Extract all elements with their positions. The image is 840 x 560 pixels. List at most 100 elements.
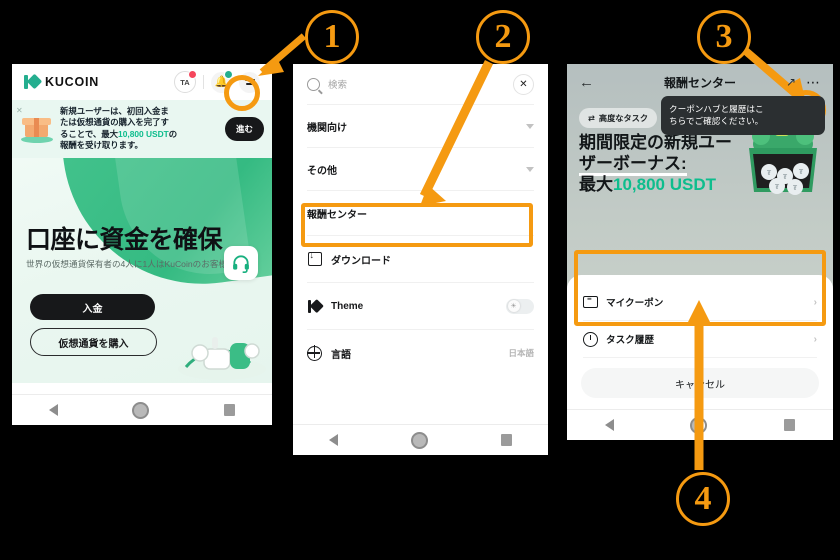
robot-mascot-icon	[178, 337, 266, 380]
chip-label: 高度なタスク	[598, 114, 649, 123]
menu-label: その他	[307, 165, 337, 177]
deposit-button[interactable]: 入金	[30, 294, 155, 320]
rewards-center-screen: ← 報酬センター ↗ ⋯ クーポンハブと履歴はこ ちらでご確認ください。 ⇄ 高…	[567, 64, 833, 440]
search-bar[interactable]: 検索 ✕	[293, 64, 548, 104]
kucoin-menu-screen: 検索 ✕ 機関向け その他 報酬センター ダウンロ	[293, 64, 548, 455]
search-input[interactable]: 検索	[328, 77, 505, 91]
menu-item-theme[interactable]: Theme ☀	[293, 283, 548, 329]
chevron-right-icon: ›	[813, 333, 817, 345]
cancel-button[interactable]: キャンセル	[581, 368, 819, 398]
recents-square-icon[interactable]	[223, 404, 235, 416]
back-arrow-icon[interactable]: ←	[579, 74, 594, 91]
promo-banner[interactable]: ✕ 新規ユーザーは、初回入金ま たは仮想通貨の購入を完了す ることで、最大10,…	[12, 100, 272, 158]
close-x-icon: ✕	[519, 78, 528, 90]
divider	[583, 357, 817, 358]
notifications-button[interactable]: 🔔	[211, 69, 233, 93]
clock-history-icon	[583, 331, 598, 347]
gift-box-icon	[20, 114, 54, 144]
back-triangle-icon[interactable]	[605, 419, 615, 431]
banner-line-2: ザーボーナス:	[579, 154, 687, 177]
menu-label: ダウンロード	[331, 255, 391, 267]
back-triangle-icon[interactable]	[329, 434, 339, 446]
menu-label: 報酬センター	[307, 209, 367, 221]
hero-title: 口座に資金を確保	[26, 226, 223, 254]
avatar-badge	[188, 70, 197, 79]
chevron-down-icon	[526, 123, 534, 129]
android-navbar	[293, 424, 548, 455]
headset-icon	[233, 255, 249, 273]
step-number-2: 2	[476, 10, 530, 64]
globe-icon	[306, 345, 322, 361]
avatar[interactable]: TA	[174, 70, 197, 93]
tooltip-line-2: ちらでご確認ください。	[669, 116, 764, 127]
close-menu-button[interactable]: ✕	[513, 73, 534, 95]
menu-item-language[interactable]: 言語 日本語	[293, 330, 548, 376]
coupon-icon	[583, 294, 598, 308]
home-circle-icon[interactable]	[410, 431, 428, 449]
swap-arrows-icon: ⇄	[588, 114, 595, 123]
divider	[203, 75, 204, 89]
tooltip: クーポンハブと履歴はこ ちらでご確認ください。	[661, 96, 825, 135]
recents-square-icon[interactable]	[500, 434, 512, 446]
chevron-right-icon: ›	[813, 296, 817, 308]
share-icon[interactable]: ↗	[786, 75, 796, 89]
svg-text:₮: ₮	[799, 168, 804, 176]
svg-text:₮: ₮	[767, 169, 772, 177]
theme-toggle[interactable]: ☀	[506, 298, 534, 314]
svg-text:₮: ₮	[775, 183, 780, 191]
hamburger-menu-icon	[244, 79, 255, 85]
menu-label: 機関向け	[307, 122, 347, 134]
promo-line-3-post: の	[168, 128, 178, 139]
advanced-task-chip[interactable]: ⇄ 高度なタスク	[579, 108, 658, 128]
step-number-label: 4	[694, 480, 712, 517]
recents-square-icon[interactable]	[783, 419, 795, 431]
kucoin-wordmark: KUCOIN	[45, 75, 100, 89]
menu-item-others[interactable]: その他	[293, 148, 548, 190]
hero-section: 口座に資金を確保 世界の仮想通貨保有者の4人に1人はKuCoinのお客様です 入…	[12, 158, 272, 383]
support-button[interactable]	[224, 246, 258, 280]
menu-label: Theme	[331, 300, 364, 312]
kucoin-logo[interactable]: KUCOIN	[24, 74, 99, 90]
header-actions: ↗ ⋯	[786, 75, 821, 89]
step-number-1: 1	[305, 10, 359, 64]
android-navbar	[567, 409, 833, 440]
sheet-item-label: マイクーポン	[606, 298, 664, 309]
search-icon	[307, 77, 320, 91]
back-triangle-icon[interactable]	[49, 404, 59, 416]
more-dots-icon[interactable]: ⋯	[806, 75, 821, 89]
buy-crypto-button[interactable]: 仮想通貨を購入	[30, 328, 157, 356]
frog-treasure-icon: ₮ ₮₮ ₮ ₮	[749, 126, 817, 195]
promo-text: 新規ユーザーは、初回入金ま たは仮想通貨の購入を完了す ることで、最大10,80…	[60, 106, 219, 151]
menu-item-institutional[interactable]: 機関向け	[293, 105, 548, 147]
phone-screen-3: ← 報酬センター ↗ ⋯ クーポンハブと履歴はこ ちらでご確認ください。 ⇄ 高…	[567, 64, 833, 440]
tutorial-screenshot: KUCOIN TA 🔔 ✕ 新規ユーザーは、初回入金ま たは仮想通貨の購入を完了…	[0, 0, 840, 560]
sheet-item-task-history[interactable]: タスク履歴 ›	[567, 321, 833, 357]
tooltip-line-1: クーポンハブと履歴はこ	[669, 104, 764, 114]
avatar-initials: TA	[180, 77, 190, 87]
rewards-header: ← 報酬センター ↗ ⋯	[567, 64, 833, 100]
banner-line-3-pre: 最大	[579, 175, 613, 195]
svg-text:₮: ₮	[783, 173, 788, 181]
step-number-3: 3	[697, 10, 751, 64]
download-icon	[307, 250, 322, 266]
home-circle-icon[interactable]	[690, 416, 708, 434]
step-number-4: 4	[676, 472, 730, 526]
kucoin-mark-icon	[307, 299, 322, 313]
android-navbar	[12, 394, 272, 425]
step-number-label: 3	[715, 18, 733, 55]
sheet-item-my-coupons[interactable]: マイクーポン ›	[567, 284, 833, 320]
svg-text:₮: ₮	[793, 184, 798, 192]
sun-icon: ☀	[507, 300, 520, 312]
banner-line-1: 期間限定の新規ユー	[579, 133, 732, 152]
home-circle-icon[interactable]	[132, 401, 150, 419]
menu-item-download[interactable]: ダウンロード	[293, 236, 548, 282]
hamburger-menu-button[interactable]	[239, 71, 260, 93]
banner-title: 期間限定の新規ユー ザーボーナス: 最大10,800 USDT	[579, 132, 744, 195]
phone-screen-2: 検索 ✕ 機関向け その他 報酬センター ダウンロ	[293, 64, 548, 455]
promo-cta-button[interactable]: 進む	[224, 116, 264, 141]
bottom-sheet: マイクーポン › タスク履歴 › キャンセル	[567, 275, 833, 410]
notification-badge	[224, 69, 233, 79]
menu-label: 言語	[331, 349, 351, 361]
step-number-label: 1	[323, 18, 341, 55]
menu-item-rewards-center[interactable]: 報酬センター	[293, 191, 548, 235]
